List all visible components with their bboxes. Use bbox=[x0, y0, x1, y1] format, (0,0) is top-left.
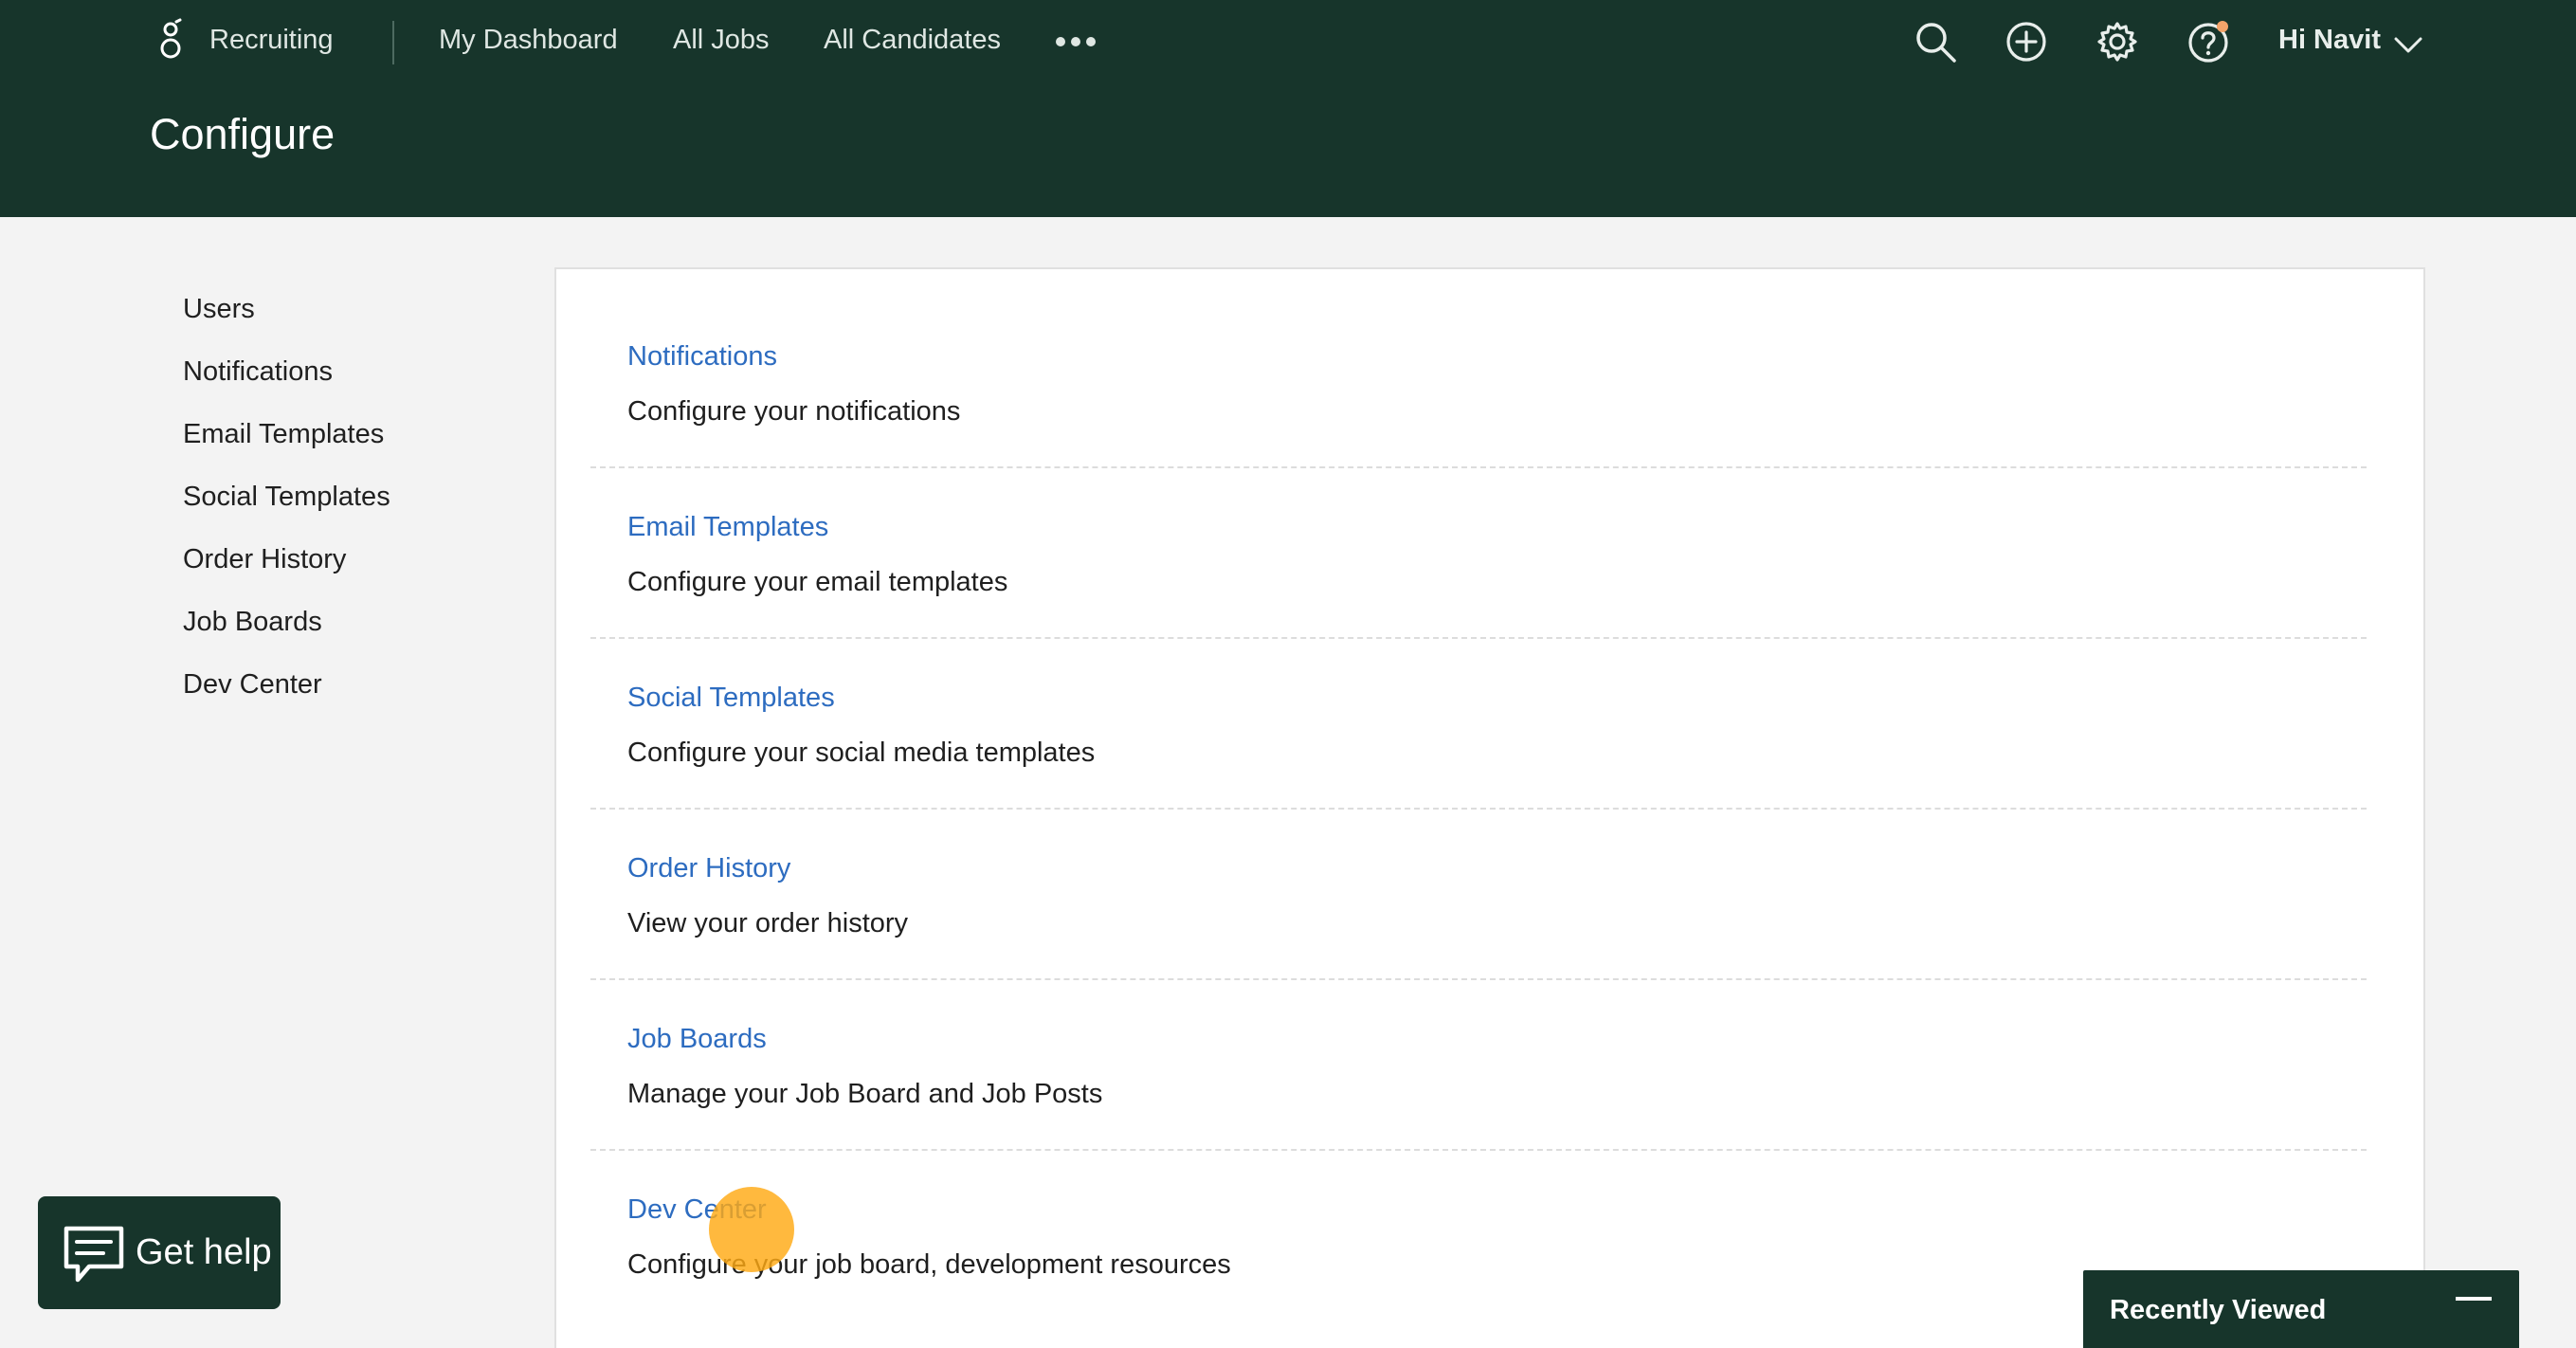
entry-description: Manage your Job Board and Job Posts bbox=[627, 1079, 1103, 1109]
get-help-label: Get help bbox=[136, 1232, 272, 1272]
entry-link[interactable]: Job Boards bbox=[627, 1024, 767, 1055]
nav-all-jobs[interactable]: All Jobs bbox=[673, 25, 770, 56]
entry-link[interactable]: Order History bbox=[627, 853, 790, 884]
greenhouse-logo-icon[interactable] bbox=[152, 17, 190, 64]
search-icon[interactable] bbox=[1913, 19, 1958, 64]
recently-viewed-label: Recently Viewed bbox=[2110, 1295, 2327, 1325]
config-entry-email-templates: Email Templates Configure your email tem… bbox=[590, 440, 2367, 639]
top-header: Recruiting My Dashboard All Jobs All Can… bbox=[0, 0, 2576, 217]
user-greeting[interactable]: Hi Navit bbox=[2278, 25, 2381, 56]
config-entry-notifications: Notifications Configure your notificatio… bbox=[590, 269, 2367, 468]
recently-viewed-panel[interactable]: Recently Viewed bbox=[2083, 1270, 2519, 1348]
chevron-down-icon[interactable] bbox=[2392, 28, 2424, 61]
nav-all-candidates[interactable]: All Candidates bbox=[824, 25, 1001, 56]
configure-card: Notifications Configure your notificatio… bbox=[554, 267, 2425, 1348]
config-entry-order-history: Order History View your order history bbox=[590, 781, 2367, 980]
nav-divider bbox=[392, 21, 394, 64]
entry-link[interactable]: Notifications bbox=[627, 341, 777, 373]
sidebar-item-dev-center[interactable]: Dev Center bbox=[183, 669, 322, 701]
chat-icon bbox=[63, 1226, 124, 1283]
config-entry-social-templates: Social Templates Configure your social m… bbox=[590, 610, 2367, 810]
app-name[interactable]: Recruiting bbox=[209, 25, 334, 56]
help-circle-icon[interactable] bbox=[2186, 19, 2231, 64]
sidebar-item-users[interactable]: Users bbox=[183, 294, 255, 325]
sidebar-item-job-boards[interactable]: Job Boards bbox=[183, 607, 322, 638]
minimize-icon[interactable] bbox=[2456, 1297, 2492, 1301]
entry-description: View your order history bbox=[627, 908, 909, 938]
entry-link[interactable]: Email Templates bbox=[627, 512, 828, 543]
nav-my-dashboard[interactable]: My Dashboard bbox=[439, 25, 618, 56]
notification-dot bbox=[2217, 21, 2228, 32]
add-circle-icon[interactable] bbox=[2004, 19, 2049, 64]
config-entry-job-boards: Job Boards Manage your Job Board and Job… bbox=[590, 952, 2367, 1151]
page-title: Configure bbox=[150, 110, 336, 158]
sidebar-item-order-history[interactable]: Order History bbox=[183, 544, 346, 575]
get-help-button[interactable]: Get help bbox=[38, 1196, 281, 1309]
sidebar-item-notifications[interactable]: Notifications bbox=[183, 356, 333, 388]
more-dots-icon[interactable] bbox=[1052, 23, 1099, 61]
sidebar-item-social-templates[interactable]: Social Templates bbox=[183, 482, 390, 513]
entry-link[interactable]: Social Templates bbox=[627, 683, 835, 714]
click-indicator bbox=[709, 1187, 794, 1272]
entry-description: Configure your notifications bbox=[627, 396, 961, 427]
sidebar-item-email-templates[interactable]: Email Templates bbox=[183, 419, 384, 450]
entry-description: Configure your email templates bbox=[627, 567, 1008, 597]
config-entry-dev-center: Dev Center Configure your job board, dev… bbox=[590, 1122, 2367, 1293]
entry-description: Configure your social media templates bbox=[627, 738, 1096, 768]
gear-icon[interactable] bbox=[2095, 19, 2140, 64]
